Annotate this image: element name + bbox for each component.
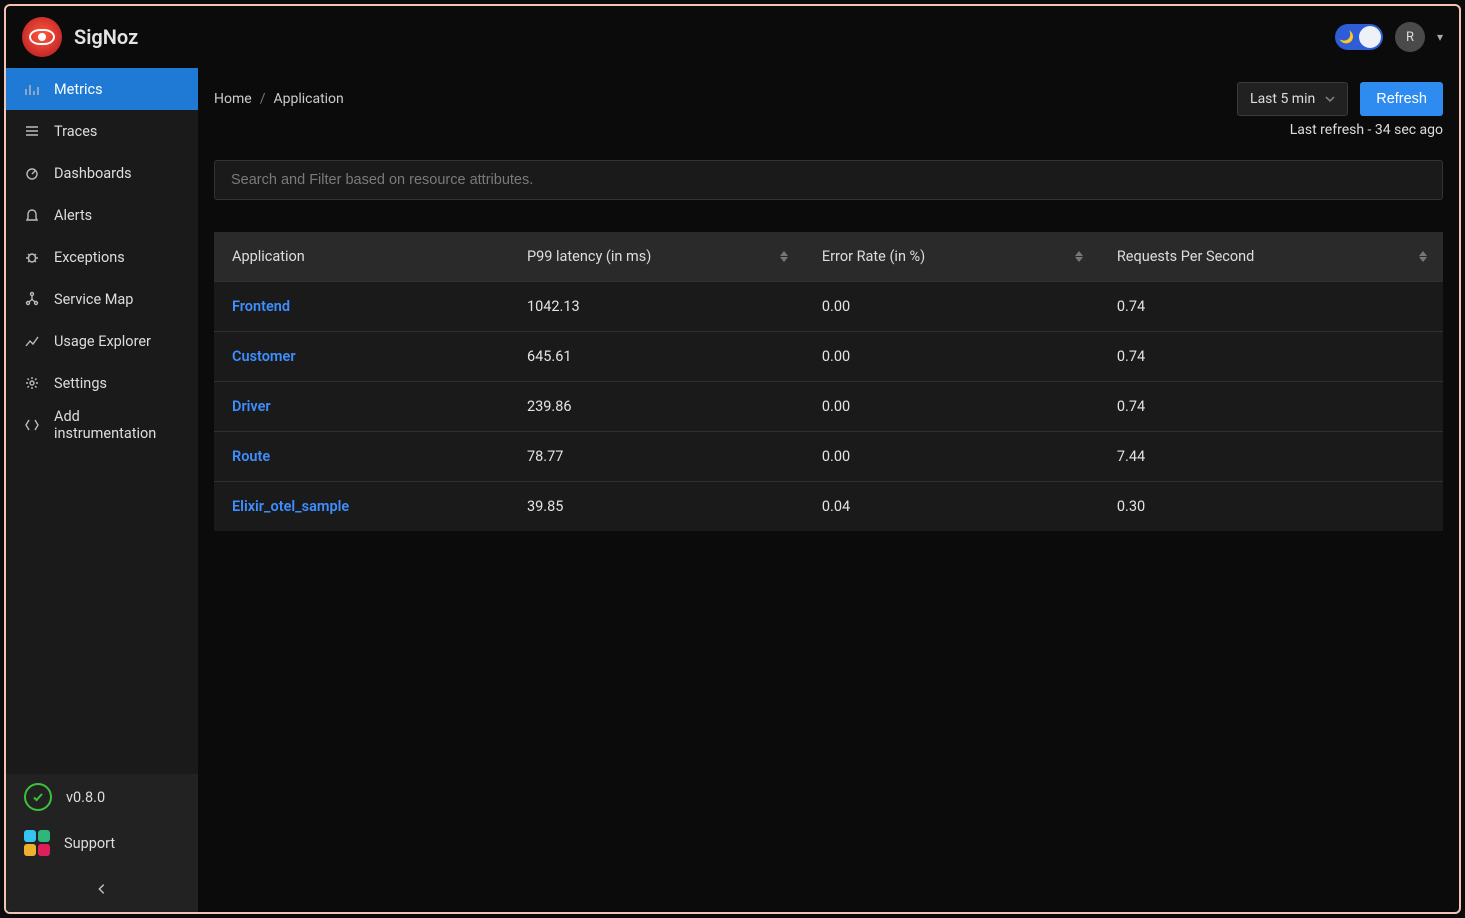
cell-rps: 7.44	[1099, 432, 1443, 482]
version-label: v0.8.0	[66, 789, 105, 806]
app-link[interactable]: Frontend	[232, 298, 290, 315]
breadcrumb: Home / Application	[214, 91, 344, 107]
toggle-knob	[1359, 26, 1381, 48]
dashboard-icon	[24, 165, 40, 181]
search-box[interactable]	[214, 160, 1443, 200]
sidebar-item-label: Exceptions	[54, 249, 125, 266]
cell-error: 0.00	[804, 432, 1099, 482]
cell-p99: 39.85	[509, 482, 804, 532]
sidebar-nav: Metrics Traces Dashboards	[6, 68, 198, 446]
app-link[interactable]: Driver	[232, 398, 271, 415]
col-error-rate[interactable]: Error Rate (in %)	[804, 232, 1099, 282]
sidebar: Metrics Traces Dashboards	[6, 68, 198, 912]
moon-icon: 🌙	[1339, 30, 1354, 44]
sort-icon	[1417, 249, 1429, 265]
check-circle-icon	[24, 783, 52, 811]
sort-icon	[778, 249, 790, 265]
menu-icon	[24, 123, 40, 139]
support-label: Support	[64, 835, 115, 852]
cell-error: 0.04	[804, 482, 1099, 532]
gear-icon	[24, 375, 40, 391]
refresh-button[interactable]: Refresh	[1360, 82, 1443, 116]
breadcrumb-current: Application	[273, 91, 343, 107]
sidebar-item-dashboards[interactable]: Dashboards	[6, 152, 198, 194]
time-range-select[interactable]: Last 5 min	[1237, 82, 1348, 116]
deployment-icon	[24, 291, 40, 307]
sidebar-version[interactable]: v0.8.0	[6, 774, 198, 820]
sidebar-item-label: Add instrumentation	[54, 408, 180, 442]
bell-icon	[24, 207, 40, 223]
cell-rps: 0.74	[1099, 332, 1443, 382]
chevron-down-icon	[1325, 94, 1335, 104]
cell-rps: 0.74	[1099, 382, 1443, 432]
brand-name: SigNoz	[74, 25, 138, 49]
cell-p99: 78.77	[509, 432, 804, 482]
table-row: Driver 239.860.000.74	[214, 382, 1443, 432]
bar-chart-icon	[24, 81, 40, 97]
sort-icon	[1073, 249, 1085, 265]
app-link[interactable]: Elixir_otel_sample	[232, 498, 349, 515]
signoz-logo	[22, 17, 62, 57]
sidebar-item-add-instrumentation[interactable]: Add instrumentation	[6, 404, 198, 446]
app-link[interactable]: Customer	[232, 348, 296, 365]
applications-table: Application P99 latency (in ms) Error Ra…	[214, 232, 1443, 531]
cell-p99: 1042.13	[509, 282, 804, 332]
bug-icon	[24, 249, 40, 265]
app-link[interactable]: Route	[232, 448, 270, 465]
table-row: Frontend 1042.130.000.74	[214, 282, 1443, 332]
sidebar-item-settings[interactable]: Settings	[6, 362, 198, 404]
sidebar-item-label: Alerts	[54, 207, 92, 224]
table-row: Elixir_otel_sample 39.850.040.30	[214, 482, 1443, 532]
sidebar-item-metrics[interactable]: Metrics	[6, 68, 198, 110]
cell-error: 0.00	[804, 382, 1099, 432]
sidebar-item-label: Dashboards	[54, 165, 132, 182]
sidebar-item-label: Usage Explorer	[54, 333, 151, 350]
sidebar-item-alerts[interactable]: Alerts	[6, 194, 198, 236]
sidebar-item-service-map[interactable]: Service Map	[6, 278, 198, 320]
theme-toggle[interactable]: 🌙	[1335, 24, 1383, 50]
last-refresh-text: Last refresh - 34 sec ago	[214, 122, 1443, 138]
col-application[interactable]: Application	[214, 232, 509, 282]
sidebar-support[interactable]: Support	[6, 820, 198, 866]
caret-down-icon[interactable]: ▾	[1437, 30, 1443, 44]
line-chart-icon	[24, 333, 40, 349]
col-requests-per-second[interactable]: Requests Per Second	[1099, 232, 1443, 282]
user-avatar[interactable]: R	[1395, 22, 1425, 52]
sidebar-item-label: Service Map	[54, 291, 133, 308]
time-range-value: Last 5 min	[1250, 91, 1315, 107]
cell-error: 0.00	[804, 282, 1099, 332]
breadcrumb-home[interactable]: Home	[214, 91, 252, 107]
table-row: Customer 645.610.000.74	[214, 332, 1443, 382]
breadcrumb-sep: /	[260, 91, 266, 107]
cell-p99: 239.86	[509, 382, 804, 432]
cell-error: 0.00	[804, 332, 1099, 382]
sidebar-item-traces[interactable]: Traces	[6, 110, 198, 152]
sidebar-collapse[interactable]	[6, 866, 198, 912]
main-content: Home / Application Last 5 min Refresh La…	[198, 68, 1459, 912]
sidebar-item-exceptions[interactable]: Exceptions	[6, 236, 198, 278]
col-p99-latency[interactable]: P99 latency (in ms)	[509, 232, 804, 282]
cell-rps: 0.30	[1099, 482, 1443, 532]
table-row: Route 78.770.007.44	[214, 432, 1443, 482]
sidebar-item-usage-explorer[interactable]: Usage Explorer	[6, 320, 198, 362]
api-icon	[24, 417, 40, 433]
cell-rps: 0.74	[1099, 282, 1443, 332]
slack-icon	[24, 830, 50, 856]
sidebar-item-label: Metrics	[54, 81, 103, 98]
sidebar-item-label: Traces	[54, 123, 97, 140]
cell-p99: 645.61	[509, 332, 804, 382]
sidebar-item-label: Settings	[54, 375, 107, 392]
search-input[interactable]	[229, 171, 1428, 189]
topbar: SigNoz 🌙 R ▾	[6, 6, 1459, 68]
chevron-left-icon	[95, 882, 109, 896]
